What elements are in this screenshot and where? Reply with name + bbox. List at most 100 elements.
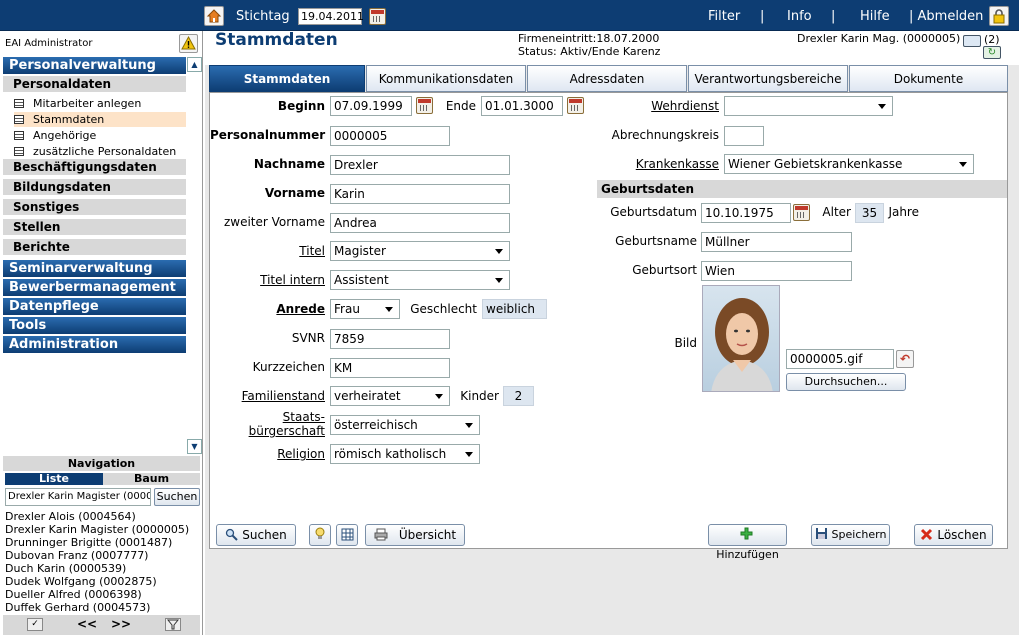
religion-label[interactable]: Religion [213,444,325,464]
loeschen-button[interactable]: Löschen [914,524,993,546]
section-datenpflege[interactable]: Datenpflege [3,298,186,315]
hinzufuegen-button[interactable]: Hinzufügen [708,524,787,561]
list-item[interactable]: Drexler Karin Magister (0000005) [5,523,189,536]
calculator-button[interactable] [336,524,358,546]
document-count: (2) [984,33,1000,46]
wehrdienst-select[interactable] [724,96,893,116]
anrede-label[interactable]: Anrede [213,299,325,319]
subsection-berichte[interactable]: Berichte [3,239,186,256]
speichern-button[interactable]: Speichern [811,524,890,546]
religion-select[interactable]: römisch katholisch [330,444,480,464]
titel-label[interactable]: Titel [213,241,325,261]
section-bewerbermanagement[interactable]: Bewerbermanagement [3,279,186,296]
tab-adressdaten[interactable]: Adressdaten [527,65,687,92]
kurzzeichen-input[interactable]: KM [330,358,450,378]
nav-item-stammdaten[interactable]: Stammdaten [14,112,186,127]
nav-item-zusaetzliche-personaldaten[interactable]: zusätzliche Personaldaten [14,144,186,159]
uebersicht-button[interactable]: Übersicht [365,524,465,546]
nav-item-angehoerige[interactable]: Angehörige [14,128,186,143]
vorname-input[interactable]: Karin [330,184,510,204]
undo-icon[interactable]: ↶ [896,350,914,368]
separator: | [760,9,765,24]
krankenkasse-select[interactable]: Wiener Gebietskrankenkasse [724,154,974,174]
delete-x-icon [920,527,933,541]
ende-calendar-icon[interactable] [567,97,584,114]
beginn-input[interactable]: 07.09.1999 [330,96,412,116]
tab-kommunikationsdaten[interactable]: Kommunikationsdaten [366,65,526,92]
staatsbuergerschaft-label-line2[interactable]: bürgerschaft [213,424,325,438]
tab-dokumente[interactable]: Dokumente [849,65,1008,92]
staatsbuergerschaft-label-line1[interactable]: Staats- [213,410,325,424]
tab-stammdaten[interactable]: Stammdaten [209,65,365,92]
durchsuchen-button[interactable]: Durchsuchen... [786,373,906,391]
list-item[interactable]: Duch Karin (0000539) [5,562,126,575]
hilfe-link[interactable]: Hilfe [860,9,890,24]
subsection-stellen[interactable]: Stellen [3,219,186,236]
navigation-search-input[interactable]: Drexler Karin Magister (0000005) [5,488,151,506]
tab-liste[interactable]: Liste [5,473,103,485]
geburtsname-input[interactable]: Müllner [701,232,852,252]
bild-file-input[interactable]: 0000005.gif [786,349,894,369]
info-link[interactable]: Info [787,9,812,24]
stichtag-input[interactable]: 19.04.2011 [298,8,364,25]
subsection-personaldaten[interactable]: Personaldaten [3,76,186,93]
list-item[interactable]: Dueller Alfred (0006398) [5,588,142,601]
filter-link[interactable]: Filter [708,9,740,24]
next-page-button[interactable]: >> [111,617,131,631]
refresh-icon[interactable]: ↻ [983,46,1001,59]
list-item[interactable]: Duffek Gerhard (0004573) [5,601,150,614]
geburtsname-label: Geburtsname [615,234,697,248]
printer-icon [374,527,388,541]
familienstand-select[interactable]: verheiratet [330,386,450,406]
familienstand-label[interactable]: Familienstand [213,386,325,406]
zweiter-vorname-label: zweiter Vorname [223,215,325,229]
subsection-beschaeftigungsdaten[interactable]: Beschäftigungsdaten [3,159,186,176]
list-item[interactable]: Drunninger Brigitte (0001487) [5,536,172,549]
tab-baum[interactable]: Baum [103,473,200,485]
prev-page-button[interactable]: << [77,617,97,631]
titel-intern-select[interactable]: Assistent [330,270,510,290]
zweiter-vorname-input[interactable]: Andrea [330,213,510,233]
subsection-sonstiges[interactable]: Sonstiges [3,199,186,216]
abrechnungskreis-input[interactable] [724,126,764,146]
personalnummer-input[interactable]: 0000005 [330,126,450,146]
navigation-header: Navigation [3,456,200,471]
list-item[interactable]: Dudek Wolfgang (0002875) [5,575,157,588]
geburtsdatum-calendar-icon[interactable] [793,204,810,221]
wehrdienst-label[interactable]: Wehrdienst [600,96,719,116]
beginn-calendar-icon[interactable] [416,97,433,114]
kinder-value: 2 [503,386,534,406]
geburtsort-input[interactable]: Wien [701,261,852,281]
section-seminarverwaltung[interactable]: Seminarverwaltung [3,260,186,277]
navigation-search-button[interactable]: Suchen [154,488,200,506]
list-item[interactable]: Dubovan Franz (0007777) [5,549,148,562]
ende-input[interactable]: 01.01.3000 [481,96,563,116]
section-tools[interactable]: Tools [3,317,186,334]
anrede-select[interactable]: Frau [330,299,400,319]
scroll-up-button[interactable]: ▲ [187,57,202,72]
titel-intern-label[interactable]: Titel intern [213,270,325,290]
tab-verantwortungsbereiche[interactable]: Verantwortungsbereiche [688,65,848,92]
staatsbuergerschaft-select[interactable]: österreichisch [330,415,480,435]
subsection-bildungsdaten[interactable]: Bildungsdaten [3,179,186,196]
nachname-input[interactable]: Drexler [330,155,510,175]
section-personalverwaltung[interactable]: Personalverwaltung [3,57,186,74]
section-administration[interactable]: Administration [3,336,186,353]
hint-button[interactable] [309,524,331,546]
list-item[interactable]: Drexler Alois (0004564) [5,510,136,523]
abmelden-link[interactable]: | Abmelden [909,9,983,24]
suchen-button[interactable]: Suchen [216,524,296,546]
home-icon[interactable] [204,6,224,26]
titel-select[interactable]: Magister [330,241,510,261]
warning-icon[interactable] [179,34,198,53]
svnr-input[interactable]: 7859 [330,329,450,349]
scroll-down-button[interactable]: ▼ [187,439,202,454]
filter-icon[interactable] [165,618,181,631]
card-icon[interactable] [963,35,981,47]
check-icon[interactable]: ✓ [27,618,43,631]
stichtag-calendar-icon[interactable] [369,8,386,25]
lock-icon[interactable] [989,6,1009,26]
geburtsdatum-input[interactable]: 10.10.1975 [701,203,791,223]
krankenkasse-label[interactable]: Krankenkasse [600,154,719,174]
nav-item-mitarbeiter-anlegen[interactable]: Mitarbeiter anlegen [14,96,186,111]
